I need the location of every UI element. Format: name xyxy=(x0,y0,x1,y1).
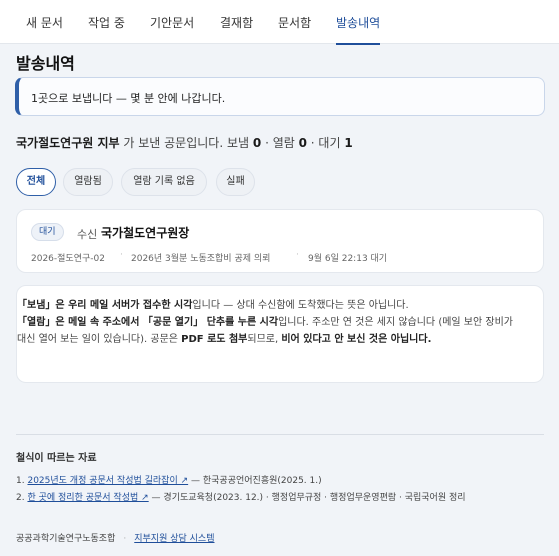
sender-summary: 국가절도연구원 지부 가 보낸 공문입니다. 보냄 0 · 열람 0 · 대기 … xyxy=(16,134,353,151)
sender-suffix: 가 보낸 공문입니다. 보냄 xyxy=(123,136,250,150)
reference-item: 2. 한 곳에 정리한 공문서 작성법 ↗ — 경기도교육청(2023. 12.… xyxy=(16,490,466,503)
references-title: 철식이 따르는 자료 xyxy=(16,453,97,464)
reference-number: 1. xyxy=(16,476,25,486)
empty-not-unread-strong: 비어 있다고 안 보신 것은 아닙니다. xyxy=(281,334,432,345)
reference-link[interactable]: 한 곳에 정리한 공문서 작성법 ↗ xyxy=(27,493,148,503)
notice-text: 1곳으로 보냅니다 — 몇 분 안에 나갑니다. xyxy=(31,92,226,105)
wait-label: · 대기 xyxy=(310,136,341,150)
footer: 공공과학기술연구노동조합 · 지부지원 상담 시스템 xyxy=(16,531,215,544)
wait-count: 1 xyxy=(344,136,353,150)
tab-new-document[interactable]: 새 문서 xyxy=(26,0,63,44)
dispatch-item-card[interactable]: 대기 수신 국가철도연구원장 2026-절도연구-02 · 2026년 3월분 … xyxy=(16,209,544,273)
footer-org: 공공과학기술연구노동조합 xyxy=(16,534,116,544)
section-divider xyxy=(16,434,544,435)
tab-document-box[interactable]: 문서함 xyxy=(278,0,311,44)
top-tab-bar: 새 문서 작업 중 기안문서 결재함 문서함 발송내역 xyxy=(0,0,559,45)
explanation-text: 「보냄」은 우리 메일 서버가 접수한 시각입니다 — 상대 수신함에 도착했다… xyxy=(17,297,522,348)
reference-source: — 한국공공언어진흥원(2025. 1.) xyxy=(188,476,322,486)
read-definition-text-2: 되므로, xyxy=(247,334,282,345)
reference-link[interactable]: 2025년도 개정 공문서 작성법 길라잡이 ↗ xyxy=(27,476,188,486)
dispatch-notice: 1곳으로 보냅니다 — 몇 분 안에 나갑니다. xyxy=(15,77,545,116)
sent-definition-text: 입니다 — 상대 수신함에 도착했다는 뜻은 아닙니다. xyxy=(192,300,409,311)
document-subject: 2026년 3월분 노동조합비 공제 의뢰 xyxy=(131,254,271,264)
recipient-name: 국가철도연구원장 xyxy=(101,226,190,240)
page-title: 발송내역 xyxy=(16,54,75,73)
document-number: 2026-절도연구-02 xyxy=(31,254,105,264)
reference-number: 2. xyxy=(16,493,25,503)
reference-item: 1. 2025년도 개정 공문서 작성법 길라잡이 ↗ — 한국공공언어진흥원(… xyxy=(16,473,322,486)
tab-approvals[interactable]: 결재함 xyxy=(220,0,253,44)
recipient-label: 수신 xyxy=(77,228,98,241)
read-definition-strong: 「열람」은 메일 속 주소에서 「공문 열기」 단추를 누른 시각 xyxy=(17,317,279,328)
meta-separator: · xyxy=(120,250,123,260)
footer-separator: · xyxy=(123,534,127,544)
footer-support-link[interactable]: 지부지원 상담 시스템 xyxy=(134,534,214,544)
tab-dispatch-history[interactable]: 발송내역 xyxy=(336,0,381,45)
filter-all[interactable]: 전체 xyxy=(16,168,56,196)
read-label: · 열람 xyxy=(265,136,295,150)
sent-definition-strong: 「보냄」은 우리 메일 서버가 접수한 시각 xyxy=(17,300,193,311)
filter-read[interactable]: 열람됨 xyxy=(63,168,113,196)
reference-source: — 경기도교육청(2023. 12.) · 행정업무규정 · 행정업무운영편람 … xyxy=(148,493,466,503)
status-badge: 대기 xyxy=(31,223,64,241)
tab-drafts[interactable]: 기안문서 xyxy=(150,0,194,44)
dispatch-time: 9월 6일 22:13 대기 xyxy=(308,254,388,264)
filter-failed[interactable]: 실패 xyxy=(216,168,255,196)
tab-in-progress[interactable]: 작업 중 xyxy=(88,0,125,44)
sender-name: 국가절도연구원 지부 xyxy=(16,136,120,150)
filter-no-read-record[interactable]: 열람 기록 없음 xyxy=(121,168,207,196)
read-count: 0 xyxy=(298,136,307,150)
meta-separator: · xyxy=(296,250,299,260)
sent-count: 0 xyxy=(252,136,262,150)
pdf-attach-strong: PDF 로도 첨부 xyxy=(181,334,248,345)
